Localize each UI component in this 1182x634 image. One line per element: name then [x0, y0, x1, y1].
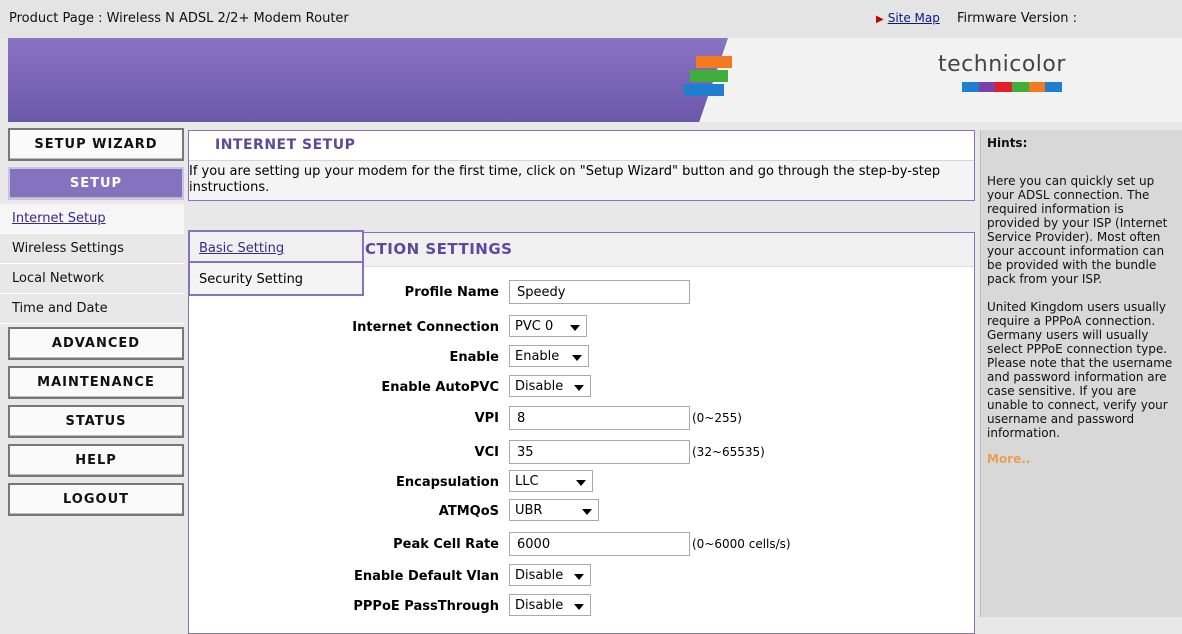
peak-cell-rate-label: Peak Cell Rate — [393, 537, 499, 552]
sidebar-item-time-and-date[interactable]: Time and Date — [0, 294, 184, 324]
hints-paragraph-1: Here you can quickly set up your ADSL co… — [987, 174, 1168, 286]
hints-title: Hints: — [987, 136, 1028, 150]
chevron-down-icon — [572, 355, 582, 361]
vpi-row: VPI (0~255) — [189, 406, 974, 432]
vci-label: VCI — [474, 445, 499, 460]
enable-row: Enable Enable — [189, 345, 974, 371]
basic-setting-tab[interactable]: Basic Setting — [188, 230, 364, 263]
page-title: INTERNET SETUP — [215, 137, 356, 153]
chevron-down-icon — [574, 574, 584, 580]
technicolor-logo: technicolor — [938, 52, 1066, 77]
vci-input[interactable] — [509, 440, 690, 464]
internet-setup-panel: INTERNET SETUP If you are setting up you… — [188, 130, 975, 201]
site-map-link-wrap: ▶ Site Map — [876, 11, 940, 25]
top-bar: Product Page : Wireless N ADSL 2/2+ Mode… — [0, 0, 1182, 38]
internet-connection-label: Internet Connection — [352, 320, 499, 335]
maintenance-button[interactable]: MAINTENANCE — [8, 366, 184, 399]
chevron-down-icon — [574, 385, 584, 391]
setting-submenu: Basic Setting Security Setting — [188, 230, 364, 296]
firmware-version: Firmware Version : — [957, 11, 1078, 26]
pppoe-passthrough-value: Disable — [515, 598, 564, 613]
enable-autopvc-label: Enable AutoPVC — [381, 380, 499, 395]
help-button[interactable]: HELP — [8, 444, 184, 477]
atmqos-row: ATMQoS UBR — [189, 499, 974, 525]
pppoe-passthrough-label: PPPoE PassThrough — [353, 599, 499, 614]
logo-color-bar — [962, 82, 1063, 92]
encapsulation-label: Encapsulation — [396, 475, 499, 490]
enable-default-vlan-label: Enable Default Vlan — [353, 569, 499, 584]
atmqos-value: UBR — [515, 503, 543, 518]
peak-cell-rate-range: (0~6000 cells/s) — [692, 537, 791, 551]
security-setting-tab[interactable]: Security Setting — [188, 263, 364, 296]
sidebar-item-internet-setup[interactable]: Internet Setup — [0, 204, 184, 234]
chevron-down-icon — [574, 604, 584, 610]
logout-button[interactable]: LOGOUT — [8, 483, 184, 516]
vpi-range: (0~255) — [692, 411, 742, 425]
enable-select[interactable]: Enable — [509, 345, 589, 367]
peak-cell-rate-row: Peak Cell Rate (0~6000 cells/s) — [189, 532, 974, 558]
encapsulation-select[interactable]: LLC — [509, 470, 593, 492]
banner-graphic — [8, 38, 728, 122]
left-navigation: SETUP WIZARD SETUP Internet Setup Wirele… — [0, 128, 184, 522]
chevron-down-icon — [582, 509, 592, 515]
enable-autopvc-row: Enable AutoPVC Disable — [189, 375, 974, 401]
arrow-right-icon: ▶ — [876, 14, 884, 25]
internet-connection-select[interactable]: PVC 0 — [509, 315, 587, 337]
vci-range: (32~65535) — [692, 445, 765, 459]
site-map-link[interactable]: Site Map — [888, 11, 940, 25]
setup-wizard-button[interactable]: SETUP WIZARD — [8, 128, 184, 161]
product-title: Product Page : Wireless N ADSL 2/2+ Mode… — [9, 11, 349, 26]
advanced-button[interactable]: ADVANCED — [8, 327, 184, 360]
profile-name-input[interactable] — [509, 280, 690, 304]
hints-panel: Hints: Here you can quickly set up your … — [980, 130, 1182, 617]
hints-paragraph-2: United Kingdom users usually require a P… — [987, 300, 1173, 440]
enable-autopvc-select[interactable]: Disable — [509, 375, 591, 397]
encapsulation-row: Encapsulation LLC — [189, 470, 974, 496]
pppoe-passthrough-row: PPPoE PassThrough Disable — [189, 594, 974, 620]
setup-button[interactable]: SETUP — [8, 167, 184, 200]
atmqos-label: ATMQoS — [438, 504, 499, 519]
vpi-input[interactable] — [509, 406, 690, 430]
brand-stripes-graphic — [676, 56, 736, 114]
profile-name-label: Profile Name — [404, 285, 499, 300]
internet-connection-row: Internet Connection PVC 0 — [189, 315, 974, 341]
sidebar-item-local-network[interactable]: Local Network — [0, 264, 184, 294]
chevron-down-icon — [570, 325, 580, 331]
status-button[interactable]: STATUS — [8, 405, 184, 438]
setup-sublinks: Internet Setup Wireless Settings Local N… — [0, 204, 184, 324]
peak-cell-rate-input[interactable] — [509, 532, 690, 556]
enable-value: Enable — [515, 349, 560, 364]
enable-default-vlan-value: Disable — [515, 568, 564, 583]
chevron-down-icon — [576, 480, 586, 486]
enable-label: Enable — [449, 350, 500, 365]
sidebar-item-wireless-settings[interactable]: Wireless Settings — [0, 234, 184, 264]
enable-default-vlan-row: Enable Default Vlan Disable — [189, 564, 974, 590]
header-banner: technicolor — [8, 38, 1182, 122]
more-link[interactable]: More.. — [981, 452, 1182, 466]
internet-connection-value: PVC 0 — [515, 319, 554, 334]
vpi-label: VPI — [474, 411, 499, 426]
main-content: INTERNET SETUP If you are setting up you… — [188, 130, 975, 634]
enable-default-vlan-select[interactable]: Disable — [509, 564, 591, 586]
vci-row: VCI (32~65535) — [189, 440, 974, 466]
pppoe-passthrough-select[interactable]: Disable — [509, 594, 591, 616]
page-description: If you are setting up your modem for the… — [189, 160, 974, 200]
atmqos-select[interactable]: UBR — [509, 499, 599, 521]
enable-autopvc-value: Disable — [515, 379, 564, 394]
encapsulation-value: LLC — [515, 474, 539, 489]
